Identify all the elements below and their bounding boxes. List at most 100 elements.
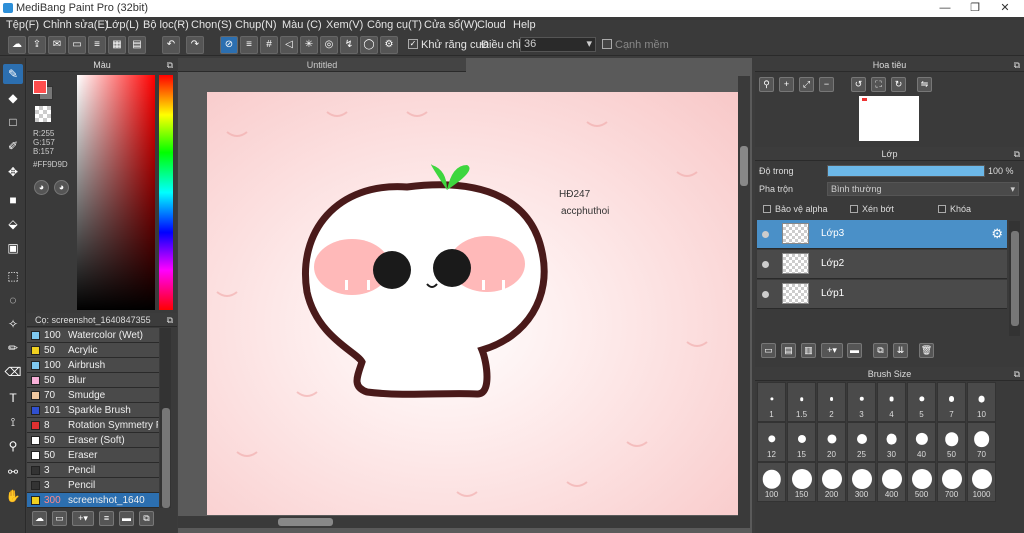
adjust-select[interactable]: 36 ▾ bbox=[520, 37, 596, 52]
ellipse-snap-icon[interactable]: ◯ bbox=[360, 36, 378, 54]
canvas-vertical-scrollbar[interactable] bbox=[738, 76, 750, 518]
lasso-select-icon[interactable]: ◌ bbox=[3, 290, 23, 310]
new-file-icon[interactable]: ▭ bbox=[68, 36, 86, 54]
brush-list-item[interactable]: 50 Blur bbox=[27, 373, 159, 388]
brush-size-cell[interactable]: 100 bbox=[757, 462, 786, 502]
hue-slider[interactable] bbox=[159, 75, 173, 310]
minimize-button[interactable]: — bbox=[930, 0, 960, 17]
scrollbar-thumb[interactable] bbox=[278, 518, 333, 526]
brush-size-cell[interactable]: 50 bbox=[937, 422, 966, 462]
circle-snap-icon[interactable]: ◎ bbox=[320, 36, 338, 54]
brush-size-cell[interactable]: 15 bbox=[787, 422, 816, 462]
foreground-color-swatch[interactable] bbox=[33, 80, 47, 94]
menu-edit[interactable]: Chỉnh sửa(E) bbox=[43, 19, 108, 31]
brush-size-cell[interactable]: 1.5 bbox=[787, 382, 816, 422]
add-layer-menu-icon[interactable]: +▾ bbox=[821, 343, 843, 358]
brush-size-cell[interactable]: 10 bbox=[967, 382, 996, 422]
operation-tool-icon[interactable]: ⟟ bbox=[3, 412, 23, 432]
close-button[interactable]: ✕ bbox=[990, 0, 1020, 17]
new-folder-icon[interactable]: ▬ bbox=[847, 343, 862, 358]
brush-list-scrollbar[interactable] bbox=[160, 328, 171, 513]
brush-list-item[interactable]: 3 Pencil bbox=[27, 463, 159, 478]
soft-edge-checkbox[interactable] bbox=[602, 39, 612, 49]
layout-icon[interactable]: ▤ bbox=[128, 36, 146, 54]
visibility-icon[interactable] bbox=[762, 261, 769, 268]
visibility-icon[interactable] bbox=[762, 231, 769, 238]
cloud-brush-icon[interactable]: ☁ bbox=[32, 511, 47, 526]
fill-tool-icon[interactable]: ⬙ bbox=[3, 214, 23, 234]
popout-icon[interactable]: ⧉ bbox=[167, 58, 173, 72]
new-halftone-layer-icon[interactable]: ▤ bbox=[781, 343, 796, 358]
rotate-right-icon[interactable]: ↻ bbox=[891, 77, 906, 92]
brush-size-cell[interactable]: 700 bbox=[937, 462, 966, 502]
drawing-canvas[interactable]: HĐ247 accphuthoi bbox=[207, 92, 738, 515]
dot-tool-icon[interactable]: □ bbox=[3, 112, 23, 132]
layer-row-lop3[interactable]: Lớp3 ⚙ bbox=[757, 220, 1007, 249]
brush-size-cell[interactable]: 20 bbox=[817, 422, 846, 462]
brush-list-item[interactable]: 100 Airbrush bbox=[27, 358, 159, 373]
brush-size-cell[interactable]: 150 bbox=[787, 462, 816, 502]
grid-icon[interactable]: ▦ bbox=[108, 36, 126, 54]
menu-window[interactable]: Cửa sổ(W) bbox=[424, 19, 478, 31]
document-icon[interactable]: ≡ bbox=[88, 36, 106, 54]
scrollbar-thumb[interactable] bbox=[162, 408, 170, 508]
zoom-in-icon[interactable]: + bbox=[779, 77, 794, 92]
brush-size-cell[interactable]: 300 bbox=[847, 462, 876, 502]
brush-list-item[interactable]: 50 Eraser bbox=[27, 448, 159, 463]
brush-size-cell[interactable]: 1 bbox=[757, 382, 786, 422]
move-tool-icon[interactable]: ✥ bbox=[3, 162, 23, 182]
visibility-icon[interactable] bbox=[762, 291, 769, 298]
new-8bit-layer-icon[interactable]: ▥ bbox=[801, 343, 816, 358]
menu-cloud[interactable]: Cloud bbox=[477, 19, 506, 31]
vanishing-snap-icon[interactable]: ◁ bbox=[280, 36, 298, 54]
tab-untitled[interactable]: Untitled bbox=[178, 58, 466, 72]
brush-tool-icon[interactable]: ✎ bbox=[3, 64, 23, 84]
delete-layer-icon[interactable]: 🗑 bbox=[919, 343, 934, 358]
brush-folder-icon[interactable]: ▬ bbox=[119, 511, 134, 526]
popout-icon[interactable]: ⧉ bbox=[167, 313, 173, 327]
scrollbar-thumb[interactable] bbox=[1011, 231, 1019, 326]
parallel-snap-icon[interactable]: ≡ bbox=[240, 36, 258, 54]
comment-icon[interactable]: ✉ bbox=[48, 36, 66, 54]
hand-tool-icon[interactable]: ✋ bbox=[3, 486, 23, 506]
select-eraser-icon[interactable]: ⌫ bbox=[3, 362, 23, 382]
transparent-swatch[interactable] bbox=[35, 106, 51, 122]
new-brush-icon[interactable]: ▭ bbox=[52, 511, 67, 526]
layer-row-lop2[interactable]: Lớp2 bbox=[757, 250, 1007, 279]
snap-off-icon[interactable]: ⊘ bbox=[220, 36, 238, 54]
brush-size-cell[interactable]: 70 bbox=[967, 422, 996, 462]
menu-filter[interactable]: Bộ lọc(R) bbox=[143, 19, 189, 31]
protect-alpha-checkbox[interactable] bbox=[763, 205, 771, 213]
canvas-area[interactable]: Untitled HĐ247 accphuthoi bbox=[178, 58, 752, 533]
rect-select-icon[interactable]: ⬚ bbox=[3, 266, 23, 286]
maximize-button[interactable]: ❐ bbox=[960, 0, 990, 17]
antialias-checkbox[interactable]: ✓ bbox=[408, 39, 418, 49]
brush-list-item[interactable]: 101 Sparkle Brush bbox=[27, 403, 159, 418]
layer-list-scrollbar[interactable] bbox=[1009, 221, 1020, 336]
brush-size-cell[interactable]: 400 bbox=[877, 462, 906, 502]
select-pen-tool-icon[interactable]: ✏ bbox=[3, 338, 23, 358]
text-tool-icon[interactable]: T bbox=[3, 388, 23, 408]
lock-checkbox[interactable] bbox=[938, 205, 946, 213]
zoom-icon[interactable]: ⚲ bbox=[759, 77, 774, 92]
brush-size-cell[interactable]: 25 bbox=[847, 422, 876, 462]
duplicate-layer-icon[interactable]: ⧉ bbox=[873, 343, 888, 358]
brush-list-item[interactable]: 70 Smudge bbox=[27, 388, 159, 403]
brush-size-cell[interactable]: 1000 bbox=[967, 462, 996, 502]
brush-list-item[interactable]: 100 Watercolor (Wet) bbox=[27, 328, 159, 343]
brush-list-item[interactable]: 50 Eraser (Soft) bbox=[27, 433, 159, 448]
eyedropper-tool-icon[interactable]: ⚲ bbox=[3, 436, 23, 456]
scrollbar-thumb[interactable] bbox=[740, 146, 748, 186]
brush-size-cell[interactable]: 30 bbox=[877, 422, 906, 462]
fit-window-icon[interactable]: ⛶ bbox=[871, 77, 886, 92]
cloud-icon[interactable]: ☁ bbox=[8, 36, 26, 54]
menu-tools[interactable]: Công cụ(T) bbox=[367, 19, 422, 31]
rotate-left-icon[interactable]: ↺ bbox=[851, 77, 866, 92]
duplicate-brush-icon[interactable]: ⧉ bbox=[139, 511, 154, 526]
redo-icon[interactable]: ↷ bbox=[186, 36, 204, 54]
shape-tool-icon[interactable]: ■ bbox=[3, 190, 23, 210]
curve-snap-icon[interactable]: ↯ bbox=[340, 36, 358, 54]
menu-color[interactable]: Màu (C) bbox=[282, 19, 322, 31]
magic-wand-icon[interactable]: ✧ bbox=[3, 314, 23, 334]
brush-list-item[interactable]: 8 Rotation Symmetry Pe bbox=[27, 418, 159, 433]
